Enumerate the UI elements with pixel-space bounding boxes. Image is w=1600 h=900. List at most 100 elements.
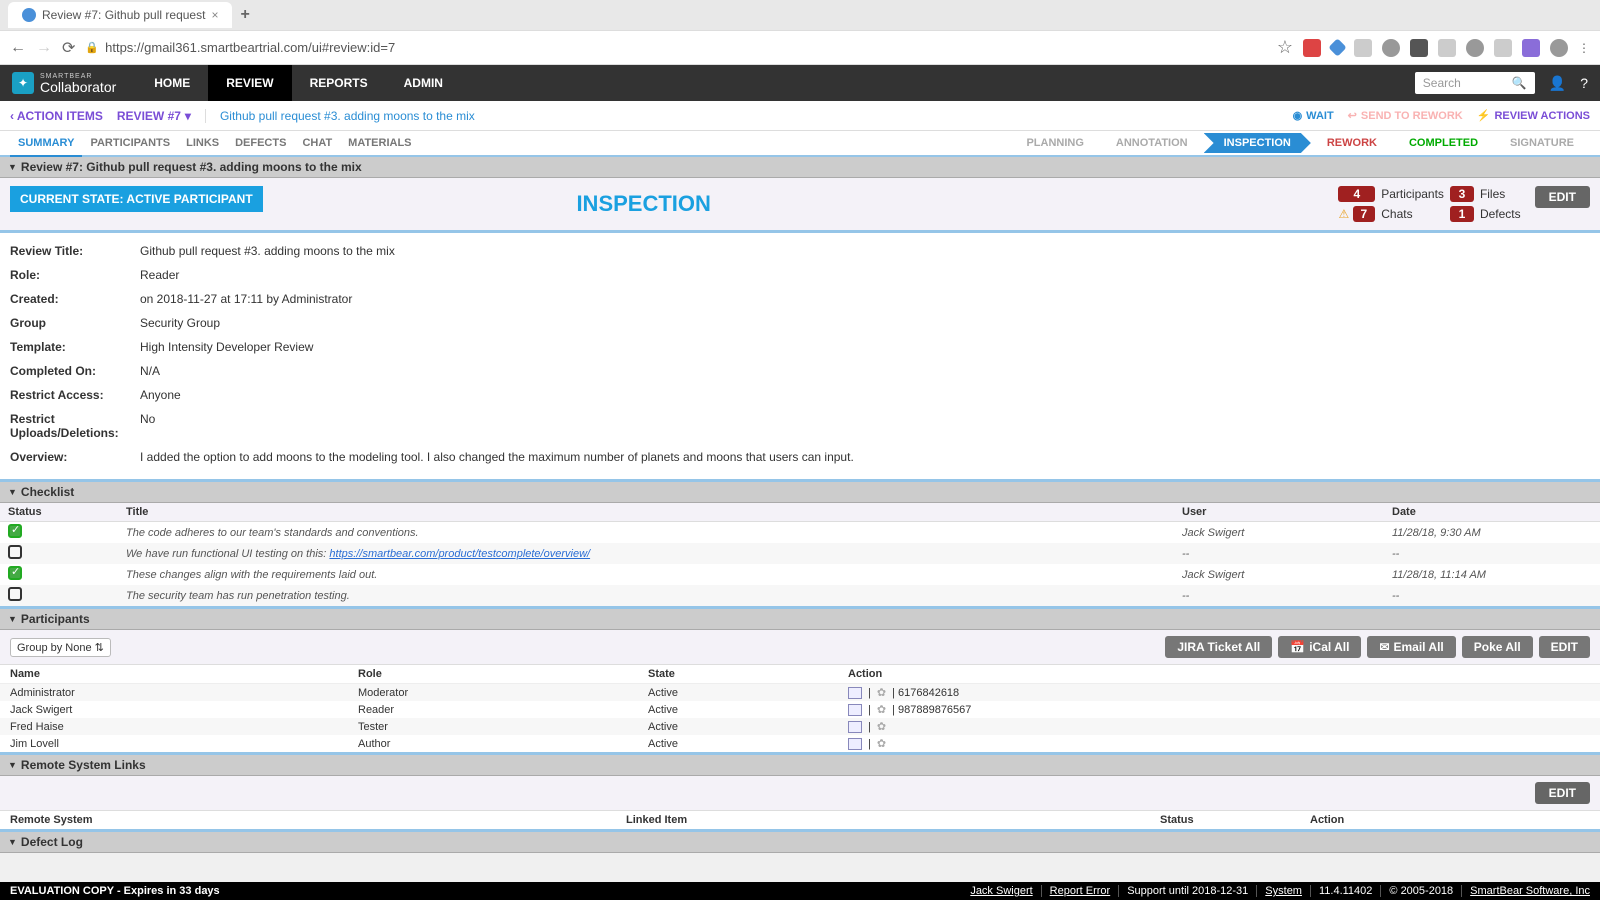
extension-icon[interactable] xyxy=(1382,39,1400,57)
forward-button[interactable]: → xyxy=(36,39,52,57)
wf-inspection[interactable]: INSPECTION xyxy=(1204,133,1311,153)
tab-links[interactable]: LINKS xyxy=(178,131,227,155)
extension-icon[interactable] xyxy=(1494,39,1512,57)
extension-icon[interactable] xyxy=(1438,39,1456,57)
section-review-header[interactable]: ▼ Review #7: Github pull request #3. add… xyxy=(0,157,1600,178)
footer-company[interactable]: SmartBear Software, Inc xyxy=(1461,885,1590,897)
checklist-row: The code adheres to our team's standards… xyxy=(0,522,1600,543)
review-actions-button[interactable]: ⚡ REVIEW ACTIONS xyxy=(1477,109,1590,122)
review-title-link[interactable]: Github pull request #3. adding moons to … xyxy=(205,109,475,123)
participant-actions: | ✿ | 987889876567 xyxy=(848,703,1590,716)
email-icon[interactable] xyxy=(848,704,862,716)
extension-icon[interactable] xyxy=(1522,39,1540,57)
main-nav: HOME REVIEW REPORTS ADMIN xyxy=(136,65,461,101)
wf-completed[interactable]: COMPLETED xyxy=(1393,133,1494,153)
action-items-link[interactable]: ‹ ACTION ITEMS xyxy=(10,109,103,123)
checkbox-icon[interactable] xyxy=(8,587,22,601)
col-title: Title xyxy=(126,506,1182,518)
tab-participants[interactable]: PARTICIPANTS xyxy=(82,131,178,155)
email-all-button[interactable]: ✉ Email All xyxy=(1367,636,1455,658)
footer-copyright: © 2005-2018 xyxy=(1380,885,1453,897)
wf-annotation[interactable]: ANNOTATION xyxy=(1100,133,1204,153)
participant-row: Fred HaiseTesterActive | ✿ xyxy=(0,718,1600,735)
checklist-user: -- xyxy=(1182,590,1392,602)
reload-button[interactable]: ⟳ xyxy=(62,38,75,58)
checklist-title: The code adheres to our team's standards… xyxy=(126,527,1182,539)
wait-button[interactable]: ◉ WAIT xyxy=(1293,109,1334,122)
url-field[interactable]: 🔒 https://gmail361.smartbeartrial.com/ui… xyxy=(85,40,1266,55)
user-icon[interactable]: 👤 xyxy=(1549,75,1566,92)
tab-summary[interactable]: SUMMARY xyxy=(10,131,82,157)
extension-icons: ⋮ xyxy=(1303,39,1590,57)
participant-row: Jack SwigertReaderActive | ✿ | 987889876… xyxy=(0,701,1600,718)
footer-user[interactable]: Jack Swigert xyxy=(962,885,1032,897)
checkbox-icon[interactable] xyxy=(8,566,22,580)
extension-icon[interactable] xyxy=(1410,39,1428,57)
brand[interactable]: ✦ SMARTBEAR Collaborator xyxy=(12,72,116,94)
extension-icon[interactable] xyxy=(1354,39,1372,57)
extension-icon[interactable] xyxy=(1328,38,1346,56)
ical-all-button[interactable]: 📅 iCal All xyxy=(1278,636,1361,658)
detail-value: N/A xyxy=(140,364,160,378)
section-remote-links[interactable]: ▼ Remote System Links xyxy=(0,755,1600,776)
checkbox-icon[interactable] xyxy=(8,524,22,538)
email-icon[interactable] xyxy=(848,738,862,750)
poke-all-button[interactable]: Poke All xyxy=(1462,636,1533,658)
col-item: Linked Item xyxy=(626,814,1160,826)
group-by-select[interactable]: Group by None ⇅ xyxy=(10,638,111,657)
bookmark-icon[interactable]: ☆ xyxy=(1277,37,1293,58)
edit-summary-button[interactable]: EDIT xyxy=(1535,186,1590,208)
checklist-date: 11/28/18, 9:30 AM xyxy=(1392,527,1592,539)
new-tab-button[interactable]: + xyxy=(240,6,249,24)
nav-reports[interactable]: REPORTS xyxy=(292,65,386,101)
detail-value: No xyxy=(140,412,155,440)
wf-planning[interactable]: PLANNING xyxy=(1010,133,1099,153)
send-to-rework-button[interactable]: ↩ SEND TO REWORK xyxy=(1348,109,1463,122)
extension-icon[interactable] xyxy=(1303,39,1321,57)
tab-materials[interactable]: MATERIALS xyxy=(340,131,419,155)
wf-signature[interactable]: SIGNATURE xyxy=(1494,133,1590,153)
participant-name: Jack Swigert xyxy=(10,704,358,716)
participant-state: Active xyxy=(648,721,848,733)
footer-system[interactable]: System xyxy=(1256,885,1302,897)
search-placeholder: Search xyxy=(1423,76,1461,90)
extension-icon[interactable] xyxy=(1466,39,1484,57)
checklist-row: The security team has run penetration te… xyxy=(0,585,1600,606)
email-icon[interactable] xyxy=(848,687,862,699)
detail-label: Overview: xyxy=(10,450,140,464)
section-defect-log[interactable]: ▼ Defect Log xyxy=(0,832,1600,853)
section-title: Checklist xyxy=(21,485,74,499)
avatar-icon[interactable] xyxy=(1550,39,1568,57)
checklist-link[interactable]: https://smartbear.com/product/testcomple… xyxy=(329,548,590,560)
nav-review[interactable]: REVIEW xyxy=(208,65,291,101)
nav-admin[interactable]: ADMIN xyxy=(386,65,461,101)
back-button[interactable]: ← xyxy=(10,39,26,57)
gear-icon[interactable]: ✿ xyxy=(877,703,886,716)
gear-icon[interactable]: ✿ xyxy=(877,720,886,733)
section-checklist[interactable]: ▼ Checklist xyxy=(0,482,1600,503)
jira-ticket-all-button[interactable]: JIRA Ticket All xyxy=(1165,636,1272,658)
email-icon[interactable] xyxy=(848,721,862,733)
edit-participants-button[interactable]: EDIT xyxy=(1539,636,1590,658)
subheader: ‹ ACTION ITEMS REVIEW #7 ▾ Github pull r… xyxy=(0,101,1600,131)
search-input[interactable]: Search 🔍 xyxy=(1415,72,1535,94)
tab-defects[interactable]: DEFECTS xyxy=(227,131,294,155)
checklist-date: -- xyxy=(1392,548,1592,560)
footer-report-error[interactable]: Report Error xyxy=(1041,885,1111,897)
browser-tab[interactable]: Review #7: Github pull request × xyxy=(8,2,232,28)
col-status: Status xyxy=(8,506,126,518)
edit-remote-button[interactable]: EDIT xyxy=(1535,782,1590,804)
section-participants[interactable]: ▼ Participants xyxy=(0,609,1600,630)
gear-icon[interactable]: ✿ xyxy=(877,686,886,699)
review-number-dropdown[interactable]: REVIEW #7 ▾ xyxy=(117,109,191,123)
gear-icon[interactable]: ✿ xyxy=(877,737,886,750)
tab-chat[interactable]: CHAT xyxy=(294,131,340,155)
detail-label: Group xyxy=(10,316,140,330)
nav-home[interactable]: HOME xyxy=(136,65,208,101)
checkbox-icon[interactable] xyxy=(8,545,22,559)
detail-label: Completed On: xyxy=(10,364,140,378)
menu-icon[interactable]: ⋮ xyxy=(1578,41,1590,55)
help-icon[interactable]: ? xyxy=(1580,75,1588,91)
wf-rework[interactable]: REWORK xyxy=(1311,133,1393,153)
tab-close-icon[interactable]: × xyxy=(211,8,218,22)
